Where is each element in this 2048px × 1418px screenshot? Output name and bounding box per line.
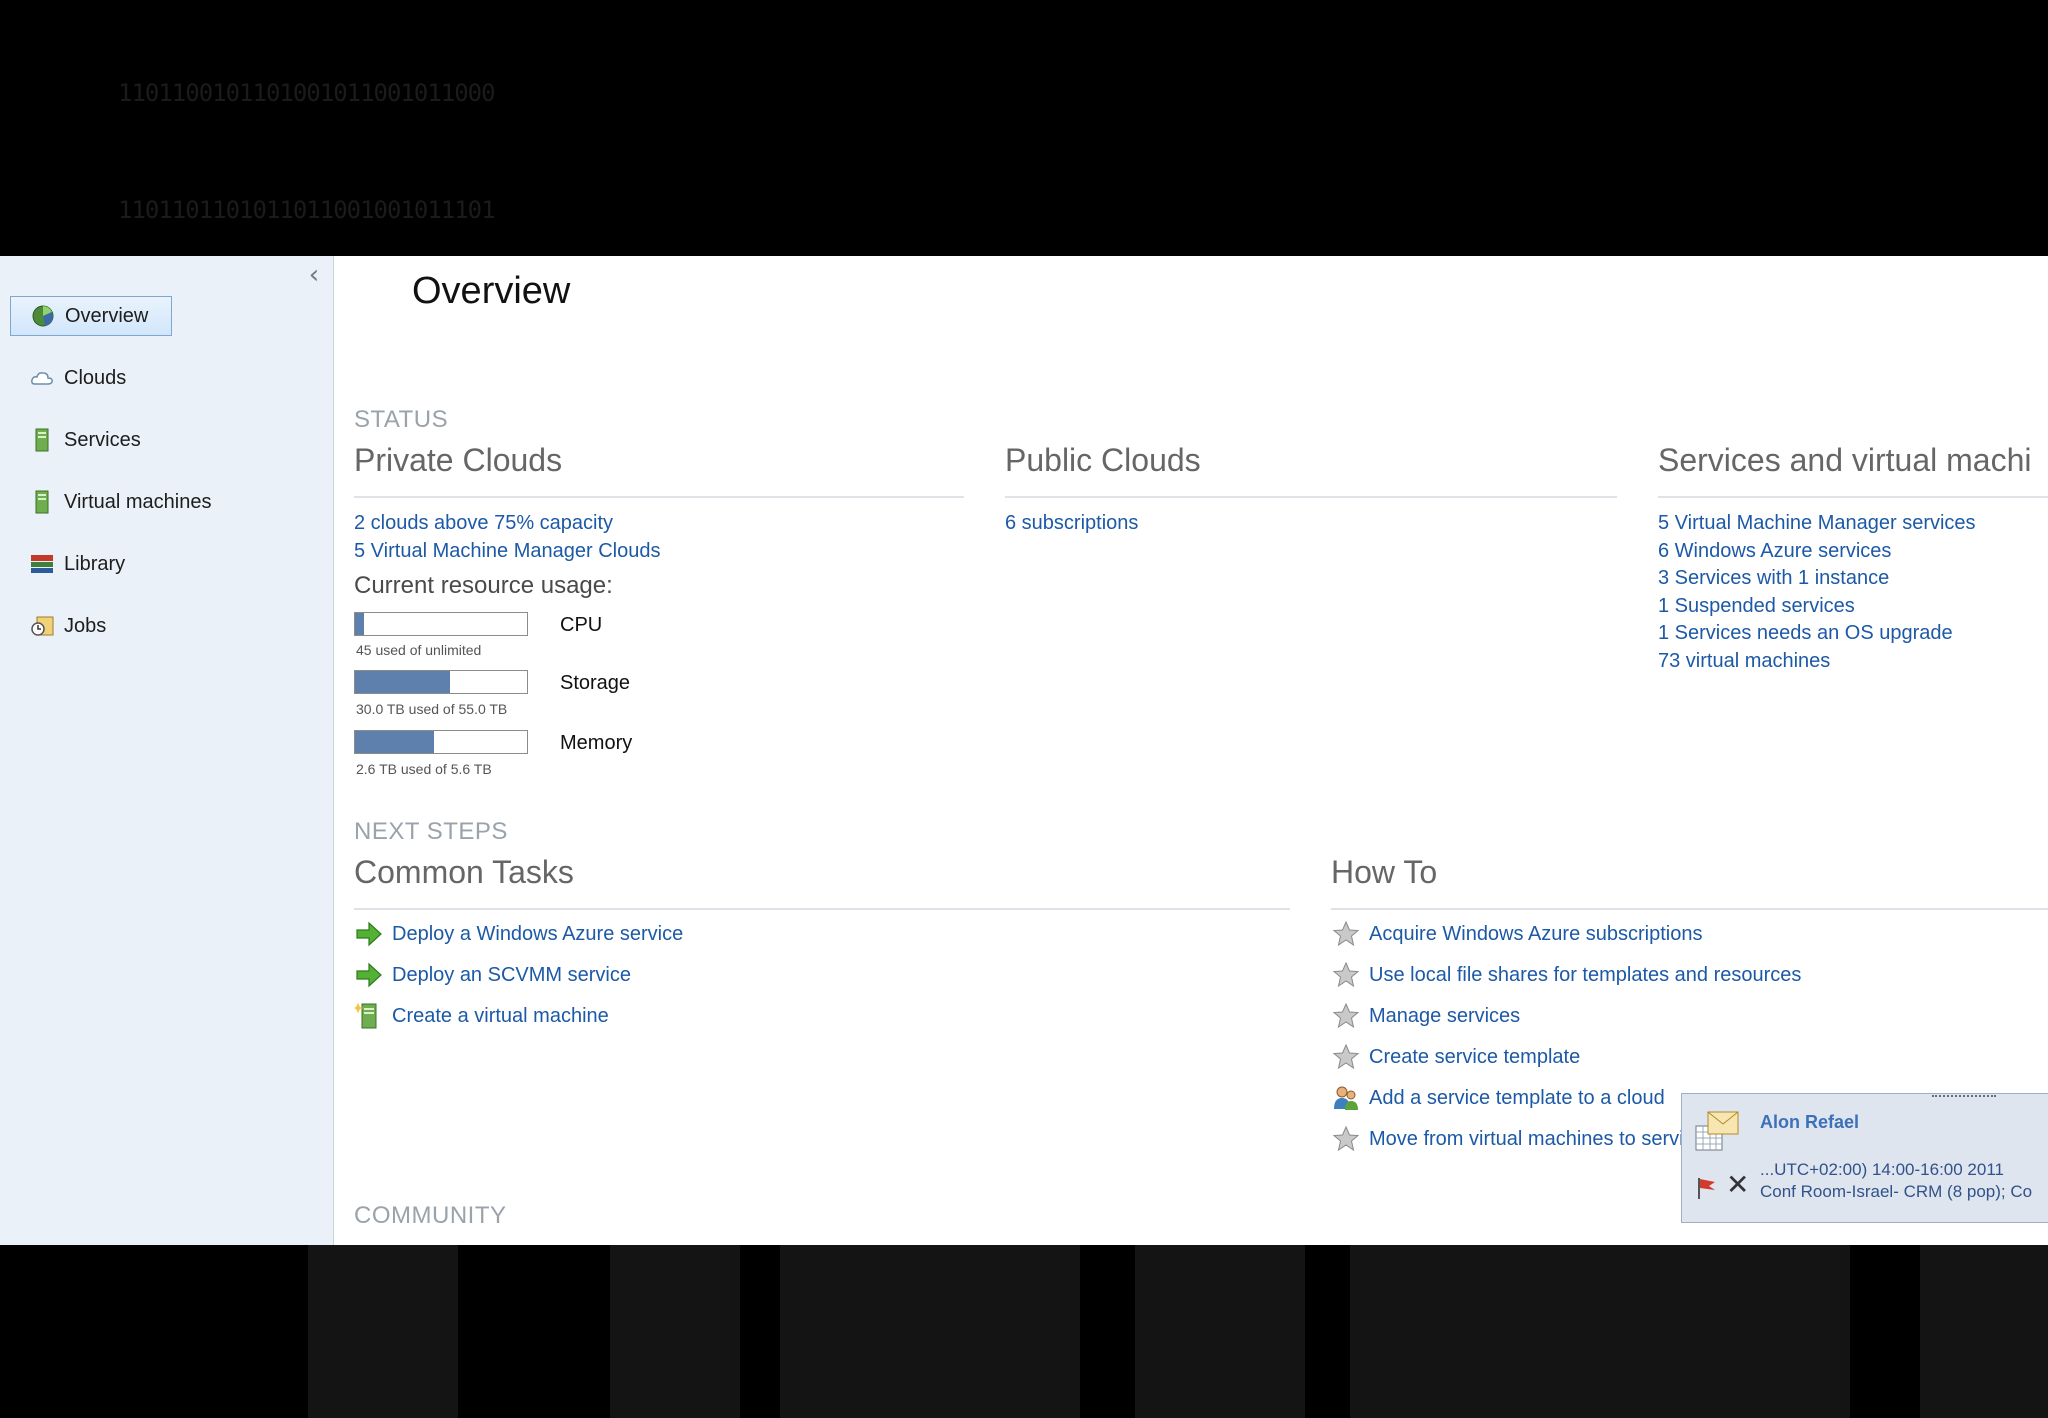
drag-grip[interactable] — [1932, 1095, 1996, 1101]
notification-sender[interactable]: Alon Refael — [1760, 1112, 1859, 1133]
memory-label: Memory — [560, 732, 633, 754]
how-to-label[interactable]: Create service template — [1369, 1046, 1580, 1069]
meter-fill — [355, 731, 435, 753]
sidebar-item-label: Clouds — [64, 366, 127, 389]
sidebar-item-jobs[interactable]: Jobs — [10, 606, 172, 646]
clouds-above-capacity-link[interactable]: 2 clouds above 75% capacity — [354, 512, 613, 535]
deploy-scvmm-service-task[interactable]: Deploy an SCVMM service — [354, 959, 631, 991]
sidebar-item-clouds[interactable]: Clouds — [10, 358, 172, 398]
cpu-meter — [354, 612, 528, 636]
divider — [354, 496, 964, 498]
jobs-icon — [31, 616, 54, 636]
how-to-item[interactable]: Create service template — [1331, 1041, 1580, 1073]
os-upgrade-services-link[interactable]: 1 Services needs an OS upgrade — [1658, 622, 1953, 645]
services-vms-title: Services and virtual machi — [1658, 442, 2032, 478]
storage-meter — [354, 670, 528, 694]
meter-fill — [355, 613, 364, 635]
divider — [354, 908, 1290, 910]
overview-icon — [32, 305, 54, 327]
vmm-clouds-link[interactable]: 5 Virtual Machine Manager Clouds — [354, 540, 660, 563]
vmm-services-link[interactable]: 5 Virtual Machine Manager services — [1658, 512, 1976, 535]
resource-usage-heading: Current resource usage: — [354, 572, 613, 599]
star-icon — [1332, 1043, 1360, 1070]
email-notification-popup[interactable]: Alon Refael ...UTC+02:00) 14:00-16:00 20… — [1681, 1093, 2048, 1223]
storage-caption: 30.0 TB used of 55.0 TB — [356, 701, 508, 717]
close-icon[interactable]: ✕ — [1726, 1170, 1750, 1200]
sidebar-item-label: Virtual machines — [64, 490, 212, 513]
meter-fill — [355, 671, 450, 693]
how-to-title: How To — [1331, 854, 1438, 890]
memory-caption: 2.6 TB used of 5.6 TB — [356, 761, 492, 777]
sidebar-item-services[interactable]: Services — [10, 420, 172, 460]
memory-meter — [354, 730, 528, 754]
community-section-label: COMMUNITY — [354, 1202, 507, 1229]
cloud-icon — [31, 372, 53, 385]
task-label[interactable]: Deploy a Windows Azure service — [392, 923, 683, 946]
how-to-item[interactable]: Acquire Windows Azure subscriptions — [1331, 918, 1702, 950]
star-icon — [1332, 920, 1360, 947]
how-to-item[interactable]: Add a service template to a cloud — [1331, 1082, 1665, 1114]
library-icon — [31, 555, 53, 573]
notification-time: ...UTC+02:00) 14:00-16:00 2011 — [1760, 1160, 2004, 1179]
notification-location: Conf Room-Israel- CRM (8 pop); Co — [1760, 1182, 2033, 1201]
how-to-label[interactable]: Manage services — [1369, 1005, 1520, 1028]
virtual-machines-icon — [35, 490, 49, 514]
common-tasks-title: Common Tasks — [354, 854, 574, 890]
divider — [1005, 496, 1617, 498]
divider — [1331, 908, 2048, 910]
create-vm-icon — [354, 1003, 377, 1029]
star-icon — [1332, 961, 1360, 988]
sidebar-item-label: Library — [64, 552, 126, 575]
sidebar: ‹ Overview Clouds Services Virtual machi… — [0, 256, 334, 1245]
suspended-services-link[interactable]: 1 Suspended services — [1658, 595, 1855, 618]
binary-line: 1101101101011011001001011101 — [118, 196, 496, 224]
create-virtual-machine-task[interactable]: Create a virtual machine — [354, 1000, 609, 1032]
sidebar-item-label: Jobs — [64, 614, 107, 637]
subscriptions-link[interactable]: 6 subscriptions — [1005, 512, 1138, 535]
how-to-item[interactable]: Move from virtual machines to services — [1331, 1123, 1715, 1155]
status-section-label: STATUS — [354, 406, 449, 433]
app-window: ‹ Overview Clouds Services Virtual machi… — [0, 256, 2048, 1245]
cpu-label: CPU — [560, 614, 603, 636]
how-to-label[interactable]: Move from virtual machines to services — [1369, 1128, 1715, 1151]
green-arrow-icon — [356, 921, 382, 947]
green-arrow-icon — [356, 962, 382, 988]
services-icon — [35, 428, 49, 452]
sidebar-item-label: Services — [64, 428, 141, 451]
azure-services-link[interactable]: 6 Windows Azure services — [1658, 540, 1891, 563]
single-instance-services-link[interactable]: 3 Services with 1 instance — [1658, 567, 1889, 590]
how-to-item[interactable]: Manage services — [1331, 1000, 1520, 1032]
sidebar-item-library[interactable]: Library — [10, 544, 172, 584]
binary-line: 1101100101101001011001011000 — [118, 79, 496, 107]
next-steps-section-label: NEXT STEPS — [354, 818, 508, 845]
virtual-machines-link[interactable]: 73 virtual machines — [1658, 650, 1830, 673]
users-icon — [1334, 1086, 1358, 1110]
meeting-request-icon — [1695, 1111, 1739, 1151]
star-icon — [1332, 1125, 1360, 1152]
collapse-sidebar-button[interactable]: ‹ — [304, 262, 324, 288]
storage-label: Storage — [560, 672, 631, 694]
private-clouds-title: Private Clouds — [354, 442, 563, 478]
how-to-label[interactable]: Use local file shares for templates and … — [1369, 964, 1801, 987]
page-title: Overview — [412, 270, 571, 312]
sidebar-item-virtual-machines[interactable]: Virtual machines — [10, 482, 230, 522]
star-icon — [1332, 1002, 1360, 1029]
how-to-item[interactable]: Use local file shares for templates and … — [1331, 959, 1801, 991]
cpu-caption: 45 used of unlimited — [356, 642, 482, 658]
divider — [1658, 496, 2048, 498]
task-label[interactable]: Deploy an SCVMM service — [392, 964, 631, 987]
sidebar-item-overview[interactable]: Overview — [10, 296, 172, 336]
task-label[interactable]: Create a virtual machine — [392, 1005, 609, 1028]
flag-icon[interactable] — [1696, 1176, 1718, 1200]
sidebar-item-label: Overview — [65, 304, 149, 327]
background-columns — [0, 1245, 2048, 1418]
how-to-label[interactable]: Add a service template to a cloud — [1369, 1087, 1665, 1110]
deploy-azure-service-task[interactable]: Deploy a Windows Azure service — [354, 918, 683, 950]
how-to-label[interactable]: Acquire Windows Azure subscriptions — [1369, 923, 1702, 946]
public-clouds-title: Public Clouds — [1005, 442, 1201, 478]
